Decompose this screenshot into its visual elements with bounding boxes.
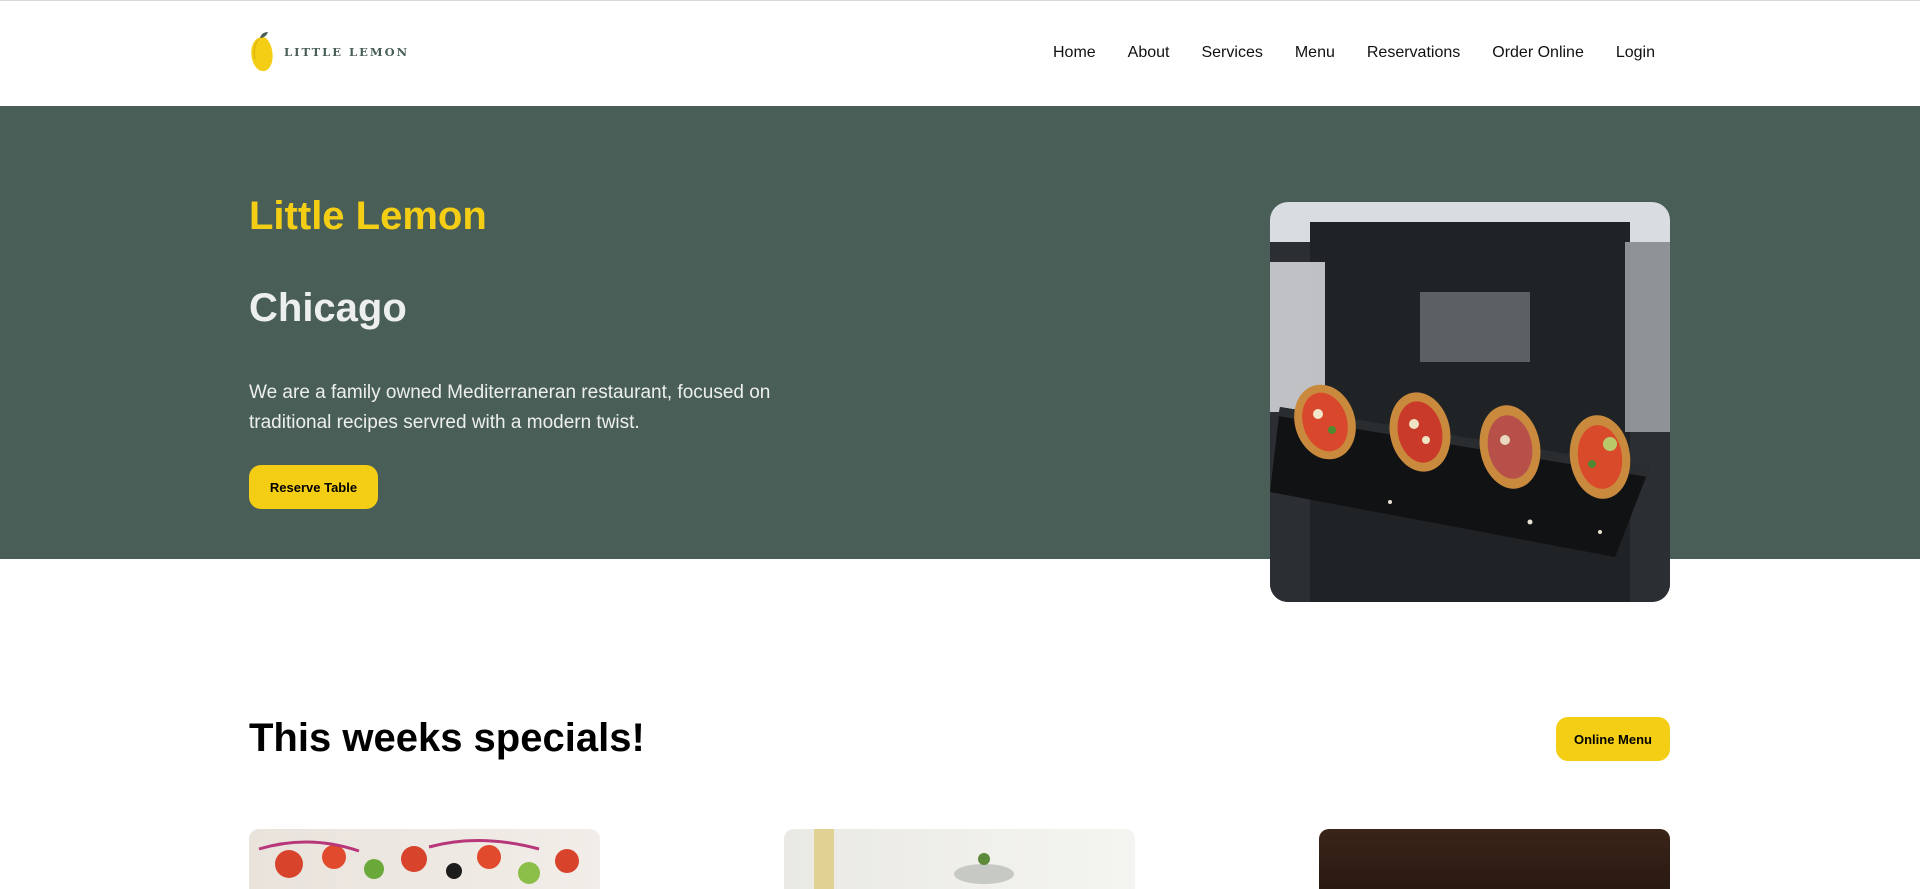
reserve-table-button[interactable]: Reserve Table bbox=[249, 465, 378, 509]
nav-order-online[interactable]: Order Online bbox=[1492, 44, 1584, 62]
online-menu-button[interactable]: Online Menu bbox=[1556, 717, 1670, 761]
main-nav: Home About Services Menu Reservations Or… bbox=[1053, 44, 1655, 62]
logo-text: LITTLE LEMON bbox=[284, 45, 410, 59]
salad-illustration bbox=[258, 838, 579, 884]
hero-description: We are a family owned Mediterraneran res… bbox=[249, 382, 771, 433]
hero-food-illustration bbox=[1270, 202, 1670, 602]
hero-image bbox=[1270, 202, 1670, 602]
site-header: LITTLE LEMON Home About Services Menu Re… bbox=[0, 0, 1920, 106]
nav-menu[interactable]: Menu bbox=[1295, 44, 1335, 62]
nav-about[interactable]: About bbox=[1128, 44, 1170, 62]
logo[interactable]: LITTLE LEMON bbox=[249, 31, 409, 73]
special-card-image-bruschetta[interactable] bbox=[784, 829, 1135, 889]
bruschetta-illustration bbox=[814, 829, 1014, 889]
nav-login[interactable]: Login bbox=[1616, 44, 1655, 62]
nav-services[interactable]: Services bbox=[1201, 44, 1262, 62]
specials-title: This weeks specials! bbox=[249, 716, 645, 760]
special-card-image-lemon-dessert[interactable] bbox=[1319, 829, 1670, 889]
nav-home[interactable]: Home bbox=[1053, 44, 1096, 62]
nav-reservations[interactable]: Reservations bbox=[1367, 44, 1460, 62]
hero-subtitle: Chicago bbox=[249, 286, 407, 330]
hero-title: Little Lemon bbox=[249, 194, 487, 238]
lemon-logo-icon bbox=[251, 32, 273, 72]
special-card-image-greek-salad[interactable] bbox=[249, 829, 600, 889]
